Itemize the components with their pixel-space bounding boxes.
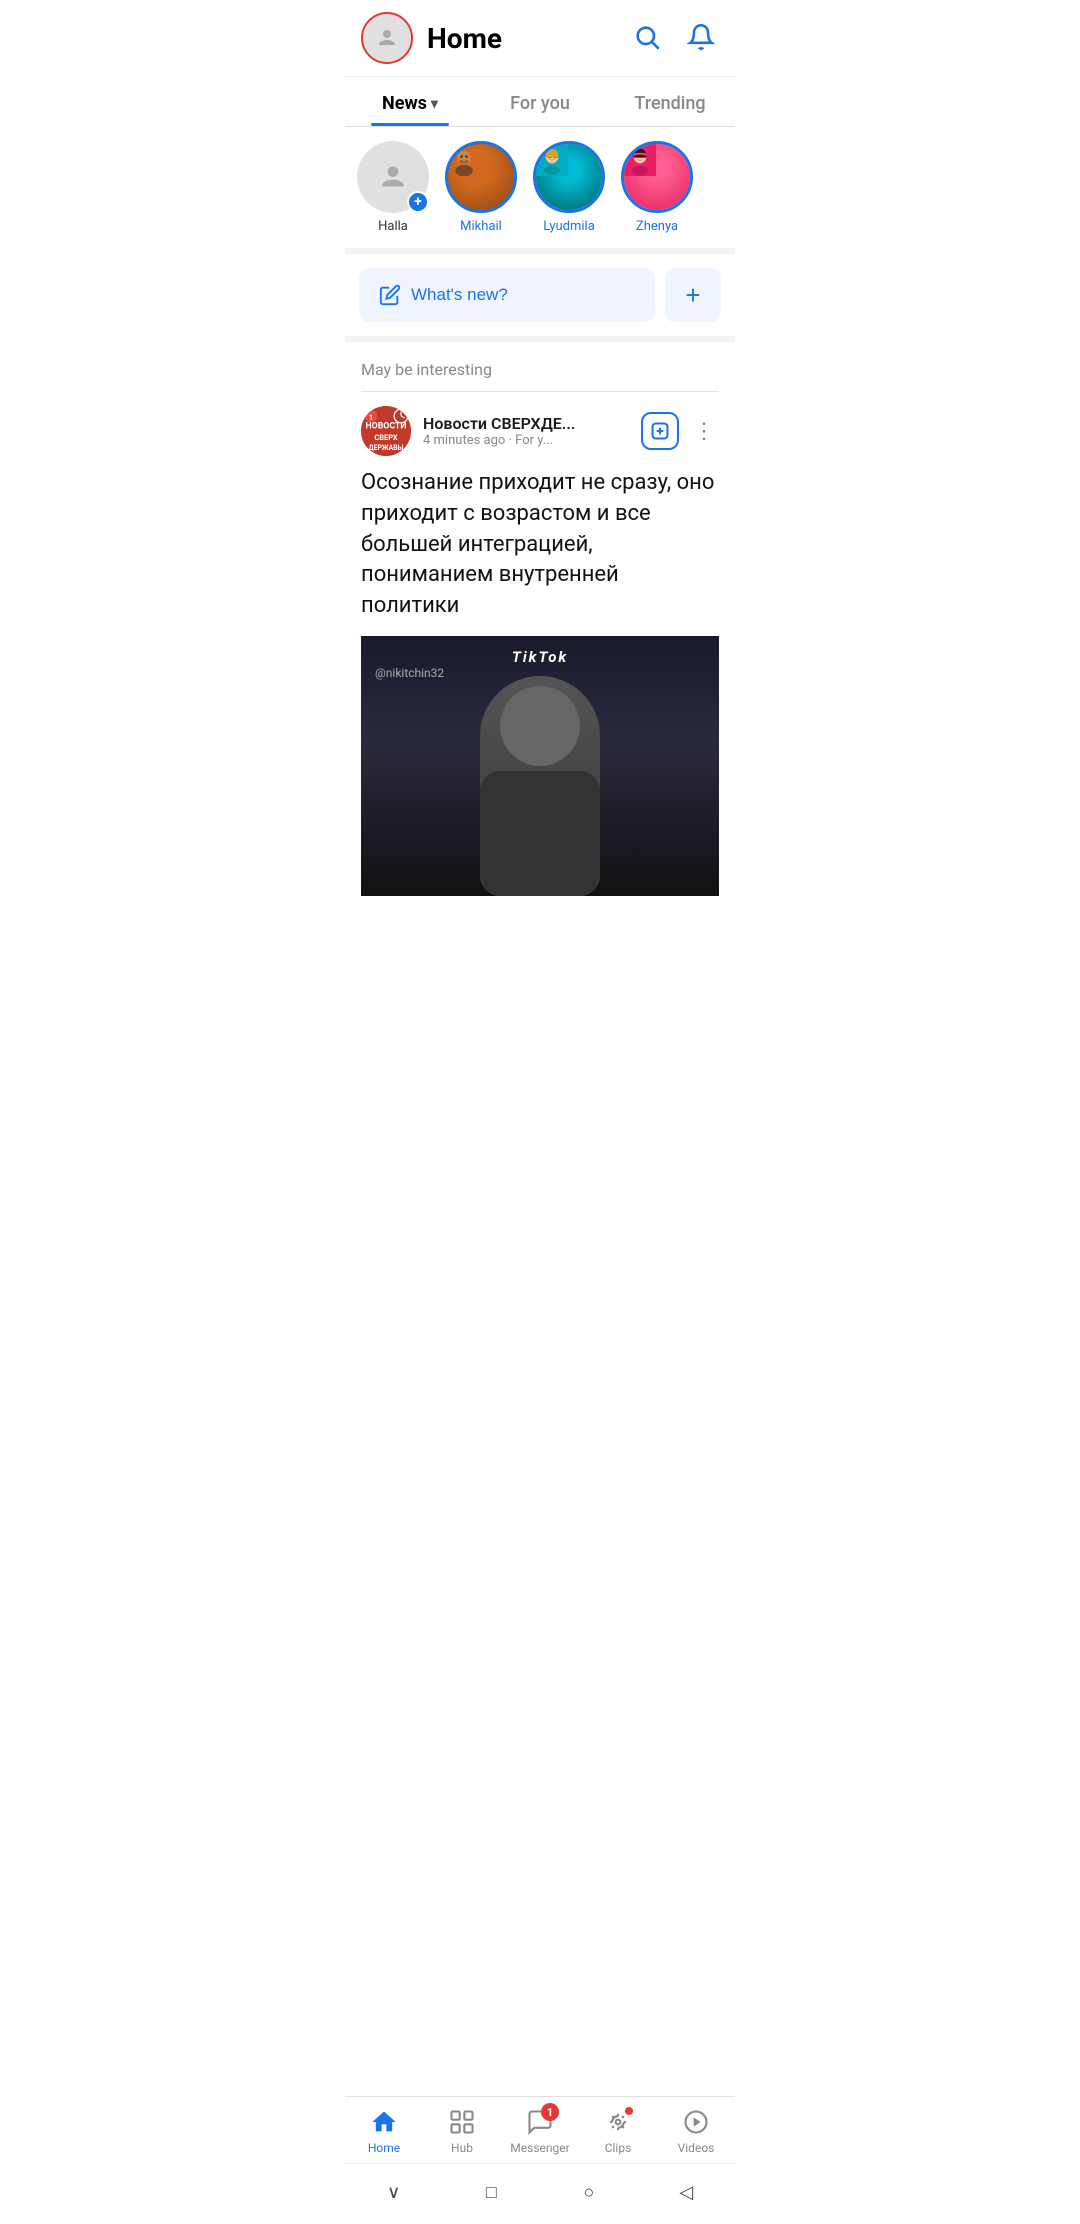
hub-icon [448,2108,476,2136]
sys-menu-button[interactable]: ∨ [374,2172,414,2212]
video-username: @nikitchin32 [375,666,444,680]
bell-icon [687,23,715,51]
lyudmila-avatar [536,144,602,210]
svg-text:ДЕРЖАВЫ: ДЕРЖАВЫ [368,444,403,452]
notification-button[interactable] [683,19,719,58]
tab-for-you[interactable]: For you [475,77,605,126]
story-mikhail[interactable]: Mikhail [445,141,517,234]
search-icon [633,23,661,51]
bottom-nav: Home Hub 1 Messenger [345,2096,735,2224]
nav-items: Home Hub 1 Messenger [345,2097,735,2163]
zhenya-face-svg [624,144,656,176]
profile-avatar[interactable] [361,12,413,64]
messenger-badge: 1 [541,2103,559,2121]
tab-trending[interactable]: Trending [605,77,735,126]
nav-item-videos[interactable]: Videos [666,2107,726,2155]
stories-row: + Halla Mikhail [345,127,735,254]
tabs-bar: News ▾ For you Trending [345,77,735,127]
section-label-interesting: May be interesting [345,342,735,391]
svg-text:1: 1 [369,413,373,422]
home-icon [370,2108,398,2136]
chevron-down-icon: ▾ [431,96,438,112]
post-video-thumbnail[interactable]: TikTok TikTok @nikitchin32 [361,636,719,896]
header: Home [345,0,735,77]
camera-icon [375,26,399,50]
story-name-halla: Halla [378,219,408,234]
story-name-lyudmila: Lyudmila [543,219,595,234]
zhenya-avatar [624,144,690,210]
post-meta: Новости СВЕРХДЕ... 4 minutes ago · For y… [423,414,629,448]
nav-item-messenger[interactable]: 1 Messenger [510,2107,570,2155]
post-author-avatar[interactable]: НОВОСТИ СВЕРХ ДЕРЖАВЫ 1 [361,406,411,456]
page-title: Home [427,22,629,55]
header-actions [629,19,719,58]
svg-text:СВЕРХ: СВЕРХ [374,433,398,442]
nav-label-videos: Videos [678,2141,715,2155]
post-timestamp: 4 minutes ago · For y... [423,433,629,448]
story-zhenya[interactable]: Zhenya [621,141,693,234]
tab-news[interactable]: News ▾ [345,77,475,126]
post-text: Осознание приходит не сразу, оно приходи… [361,468,719,622]
whats-new-button[interactable]: What's new? [359,268,655,322]
post-header: НОВОСТИ СВЕРХ ДЕРЖАВЫ 1 Новости СВЕРХДЕ.… [361,406,719,456]
story-lyudmila[interactable]: Lyudmila [533,141,605,234]
story-name-zhenya: Zhenya [636,219,678,234]
camera-icon [377,161,409,193]
videos-icon [682,2108,710,2136]
story-self[interactable]: + Halla [357,141,429,234]
post-author-name: Новости СВЕРХДЕ... [423,414,629,433]
post-actions: ⋮ [641,412,719,450]
system-nav: ∨ □ ○ ◁ [345,2163,735,2224]
nav-item-hub[interactable]: Hub [432,2107,492,2155]
sys-back-button[interactable]: ◁ [666,2172,706,2212]
sys-home-button[interactable]: ○ [569,2172,609,2212]
post-follow-button[interactable] [641,412,679,450]
nav-item-home[interactable]: Home [354,2107,414,2155]
news-channel-icon: НОВОСТИ СВЕРХ ДЕРЖАВЫ 1 [361,406,411,456]
nav-label-clips: Clips [605,2141,632,2155]
nav-label-home: Home [368,2141,400,2155]
mikhail-avatar [448,144,514,210]
follow-plus-icon [650,421,670,441]
lyudmila-face-svg [536,144,568,176]
story-name-mikhail: Mikhail [460,219,502,234]
video-overlay: TikTok TikTok @nikitchin32 [361,636,719,896]
add-story-badge: + [407,191,429,213]
sys-recent-button[interactable]: □ [471,2172,511,2212]
search-button[interactable] [629,19,665,58]
nav-label-hub: Hub [451,2141,473,2155]
whats-new-section: What's new? + [345,254,735,342]
nav-label-messenger: Messenger [510,2141,569,2155]
edit-icon [379,284,401,306]
mikhail-face-svg [448,144,480,176]
add-media-button[interactable]: + [665,268,721,322]
nav-item-clips[interactable]: Clips [588,2107,648,2155]
post-more-button[interactable]: ⋮ [689,418,719,444]
post-card: НОВОСТИ СВЕРХ ДЕРЖАВЫ 1 Новости СВЕРХДЕ.… [345,392,735,896]
clips-notification-dot [625,2107,633,2115]
